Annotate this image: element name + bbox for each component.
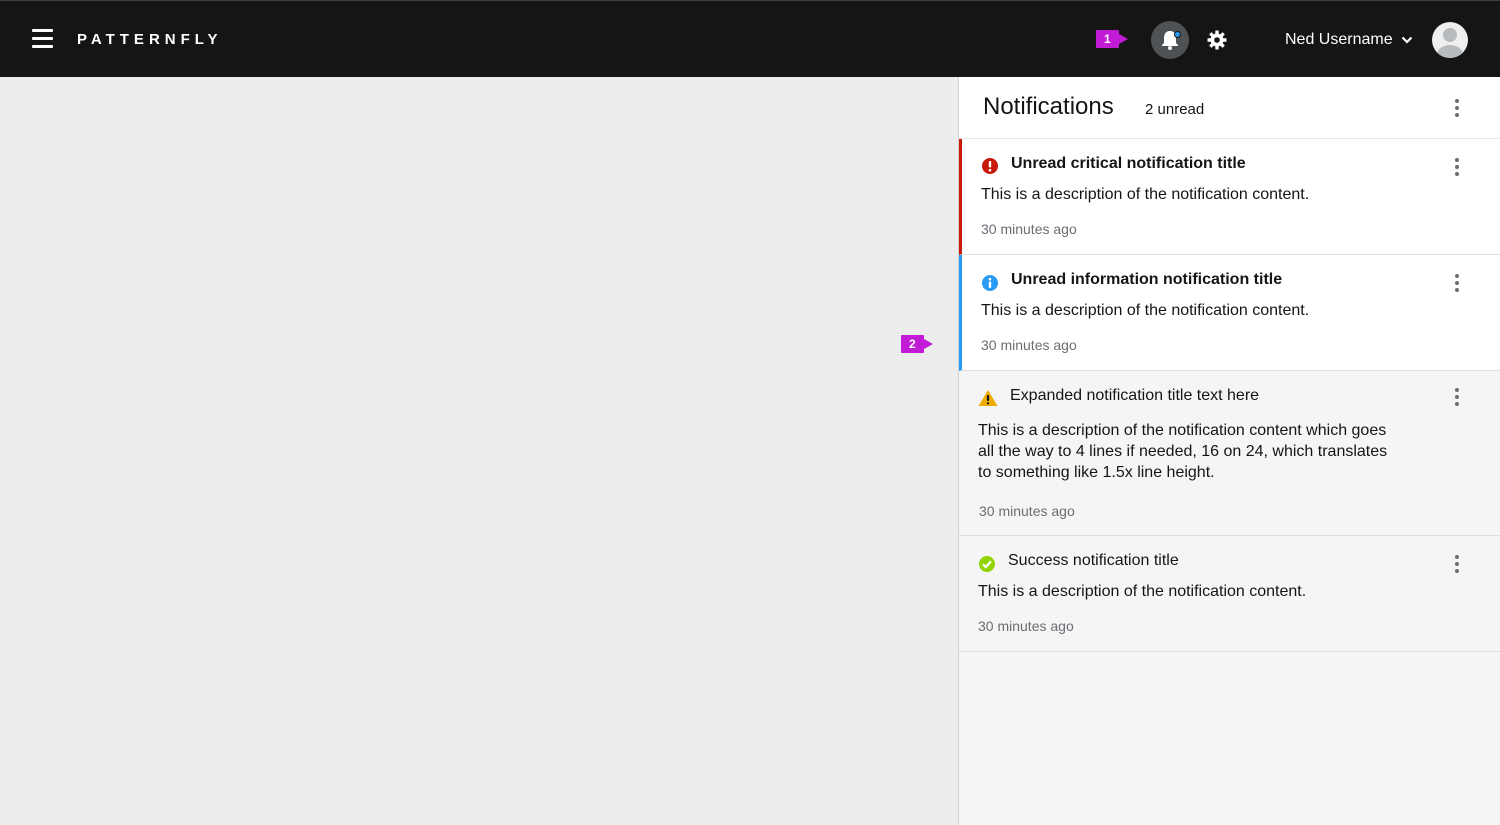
notification-drawer: Notifications 2 unread Unread critical n… [958, 77, 1500, 825]
user-dropdown[interactable]: Ned Username [1285, 31, 1413, 49]
notification-bell-button[interactable] [1151, 21, 1189, 59]
hamburger-icon[interactable] [32, 29, 53, 48]
drawer-header: Notifications 2 unread [959, 77, 1500, 139]
username-label: Ned Username [1285, 31, 1393, 48]
brand-logo[interactable]: PATTERNFLY [77, 31, 223, 48]
check-circle-icon [979, 556, 995, 572]
notification-item[interactable]: Success notification title This is a des… [959, 536, 1500, 652]
info-circle-icon [982, 275, 998, 291]
masthead: PATTERNFLY 1 Ned Username [0, 0, 1500, 77]
notification-timestamp: 30 minutes ago [978, 618, 1074, 634]
notification-description: This is a description of the notificatio… [978, 583, 1307, 600]
notification-description: This is a description of the notificatio… [981, 186, 1310, 203]
callout-marker: 1 [1096, 30, 1128, 48]
chevron-down-icon [1401, 36, 1412, 44]
notification-item[interactable]: Unread critical notification title This … [959, 139, 1500, 255]
drawer-title: Notifications [983, 93, 1114, 120]
notification-title: Success notification title [1008, 552, 1179, 569]
notification-timestamp: 30 minutes ago [981, 337, 1077, 353]
notification-item[interactable]: Expanded notification title text here Th… [959, 371, 1500, 536]
exclamation-circle-icon [982, 158, 998, 174]
gear-icon[interactable] [1207, 30, 1227, 50]
notification-timestamp: 30 minutes ago [981, 221, 1077, 237]
notification-kebab-menu[interactable] [1447, 272, 1467, 296]
notification-kebab-menu[interactable] [1447, 386, 1467, 410]
warning-triangle-icon [978, 390, 998, 406]
notification-title: Expanded notification title text here [1010, 387, 1260, 404]
callout-marker: 2 [901, 335, 933, 353]
notification-title: Unread critical notification title [1011, 155, 1246, 172]
notification-title: Unread information notification title [1011, 271, 1283, 288]
unread-count: 2 unread [1145, 101, 1205, 118]
notification-description: This is a description of the notificatio… [978, 422, 1388, 481]
notification-description: This is a description of the notificatio… [981, 302, 1310, 319]
avatar[interactable] [1432, 22, 1468, 58]
unread-indicator [1174, 31, 1181, 38]
notification-timestamp: 30 minutes ago [979, 503, 1075, 519]
drawer-kebab-menu[interactable] [1447, 97, 1467, 121]
notification-kebab-menu[interactable] [1447, 553, 1467, 577]
avatar-icon [1437, 28, 1463, 58]
notification-kebab-menu[interactable] [1447, 156, 1467, 180]
notification-item[interactable]: Unread information notification title Th… [959, 255, 1500, 371]
